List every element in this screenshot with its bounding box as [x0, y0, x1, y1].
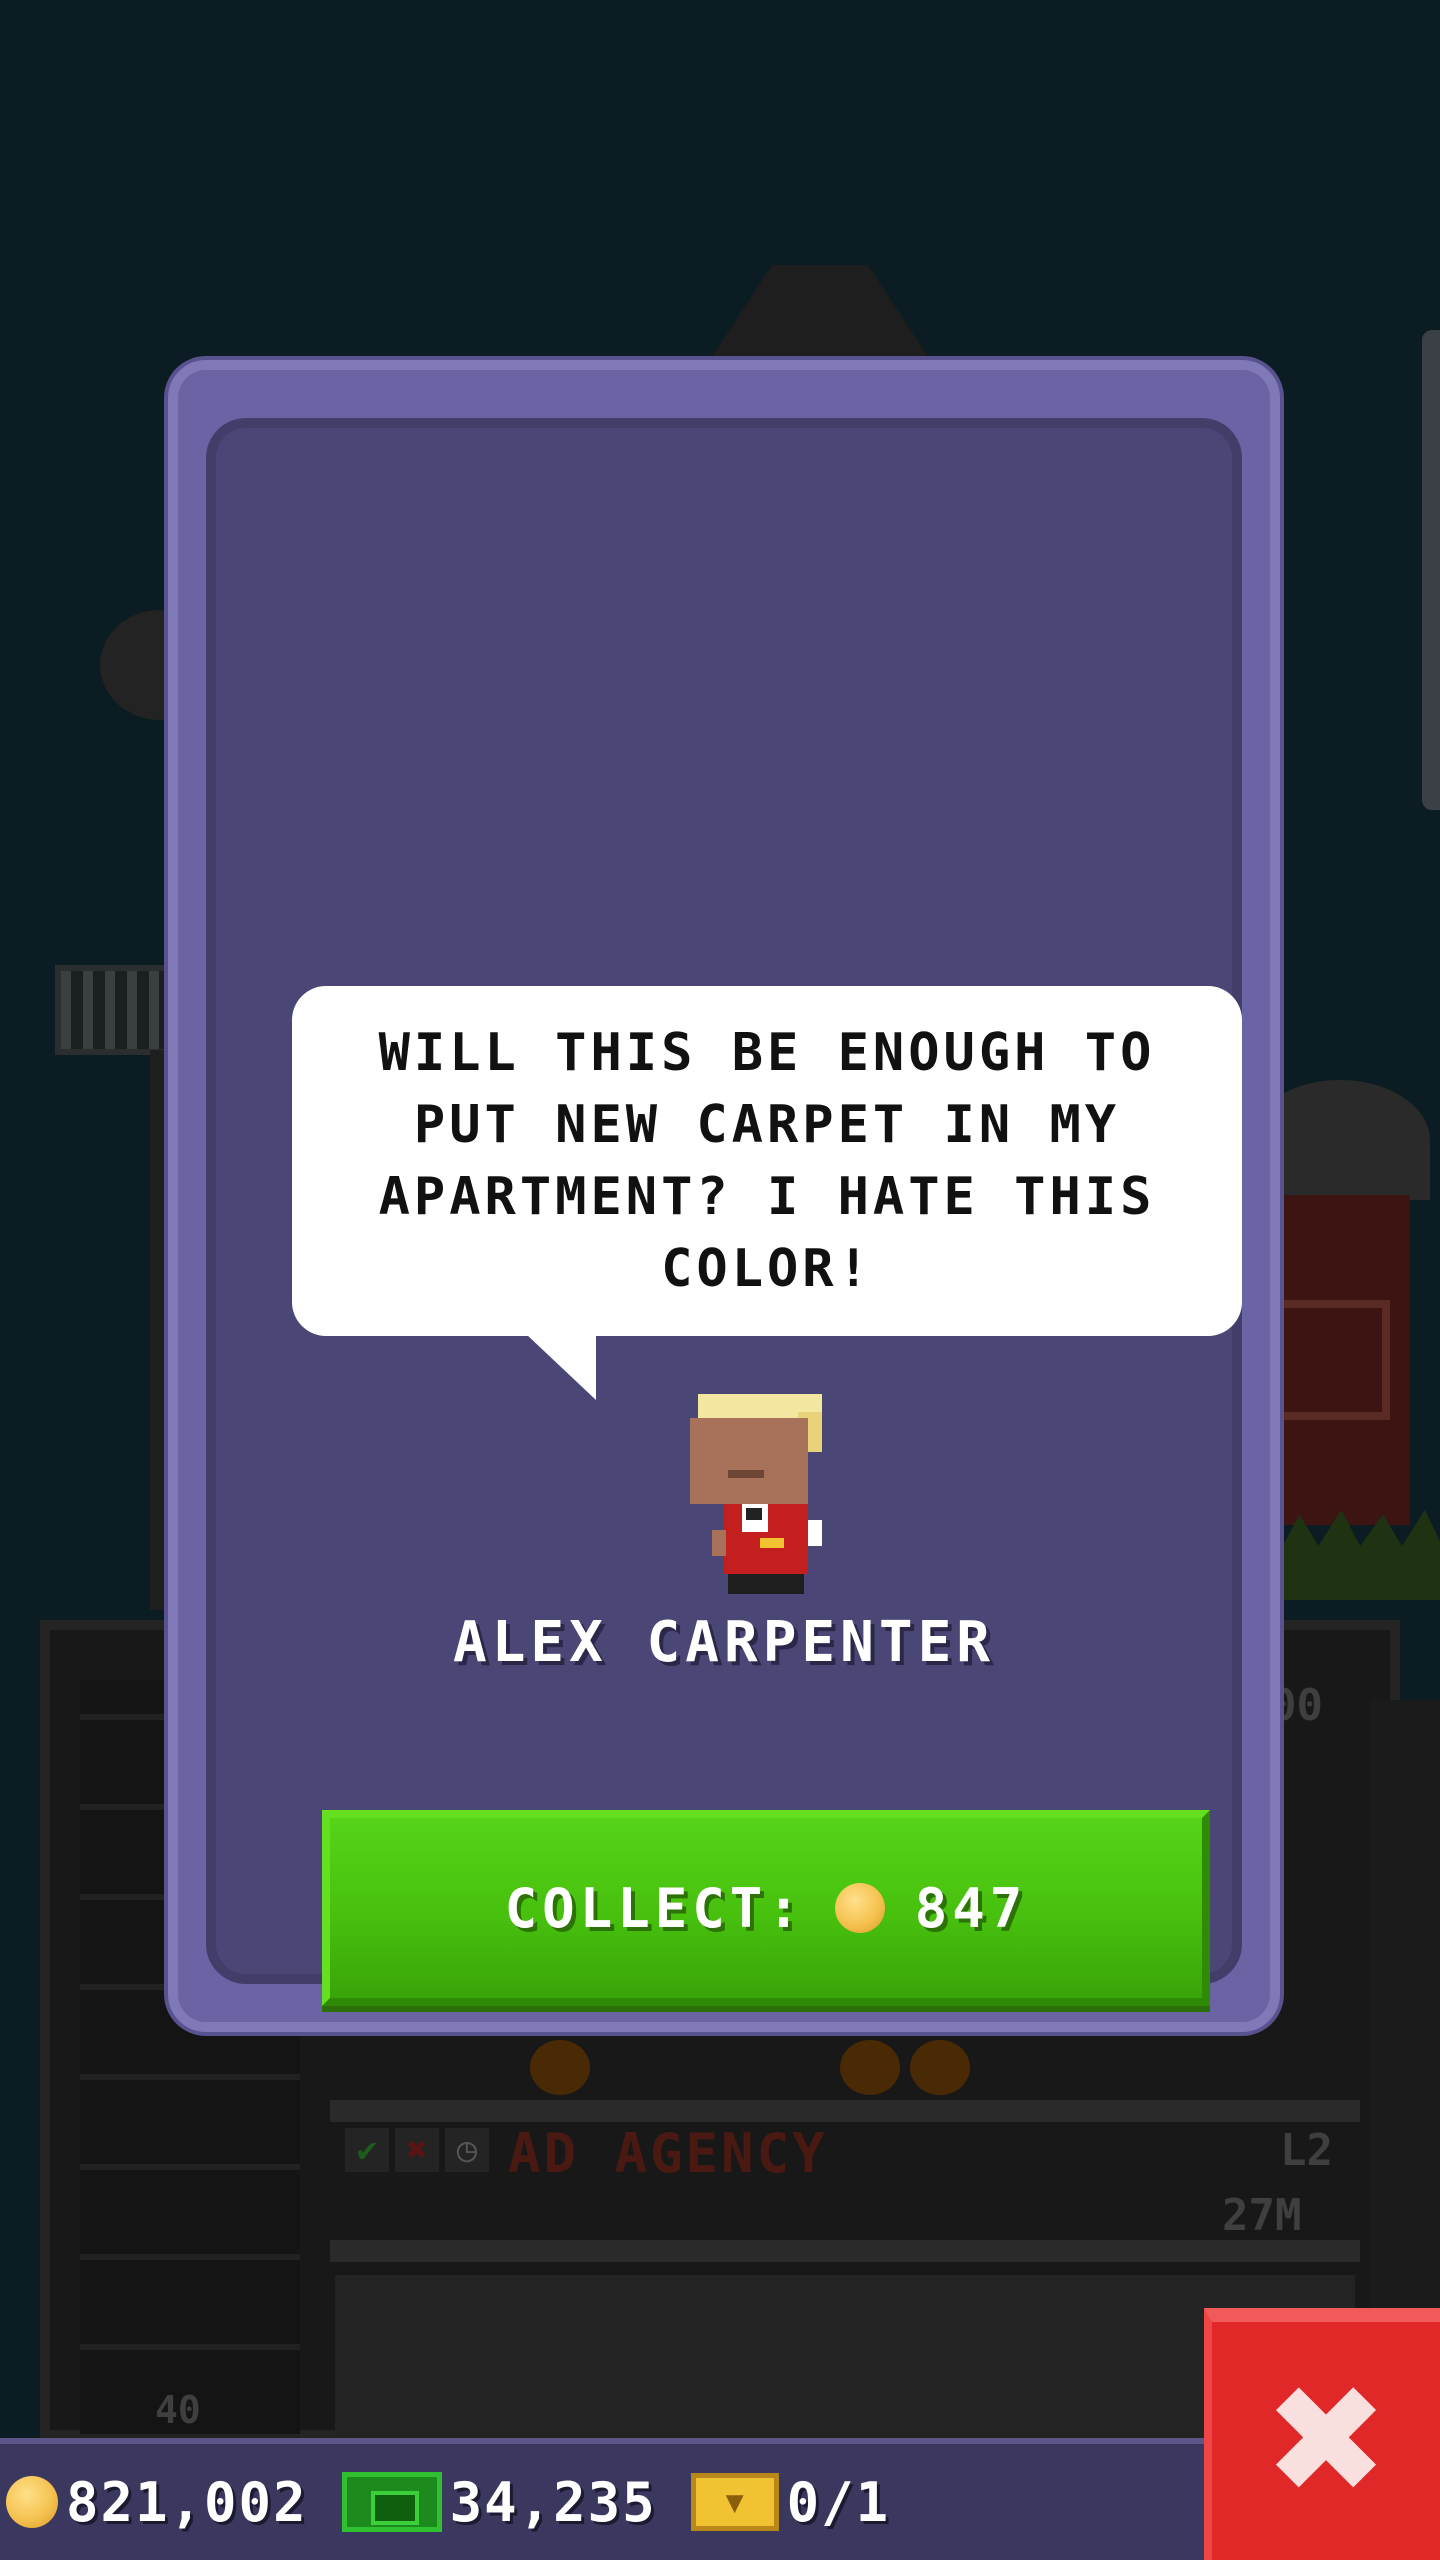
- bux-icon: [341, 2472, 442, 2532]
- tower-roof: [700, 265, 940, 375]
- tickets-count: 0/1: [786, 2470, 891, 2534]
- floor-name[interactable]: AD AGENCY: [508, 2122, 828, 2185]
- side-scroll-tab[interactable]: [1422, 330, 1440, 810]
- floor-divider: [330, 2240, 1360, 2262]
- pumpkin-decor: [840, 2040, 900, 2095]
- bux-stat[interactable]: 34,235: [341, 2470, 657, 2534]
- floor-number: 40: [155, 2388, 201, 2432]
- resident-quote: WILL THIS BE ENOUGH TO PUT NEW CARPET IN…: [378, 1023, 1156, 1299]
- collect-button[interactable]: COLLECT: 847: [322, 1810, 1210, 2006]
- check-icon: ✔: [345, 2128, 389, 2172]
- speech-bubble: WILL THIS BE ENOUGH TO PUT NEW CARPET IN…: [292, 986, 1242, 1336]
- collect-amount: 847: [914, 1876, 1028, 1940]
- coins-count: 821,002: [66, 2470, 308, 2534]
- floor-level: L2: [1280, 2125, 1333, 2176]
- dialog-panel: WILL THIS BE ENOUGH TO PUT NEW CARPET IN…: [206, 418, 1242, 2006]
- coin-icon: [6, 2476, 58, 2528]
- bitizen-avatar: [690, 1394, 830, 1594]
- pumpkin-decor: [530, 2040, 590, 2095]
- close-icon: ✖: [1263, 2354, 1389, 2528]
- cross-icon: ✖: [395, 2128, 439, 2172]
- coin-icon: [834, 1883, 885, 1933]
- resident-tip-dialog: WILL THIS BE ENOUGH TO PUT NEW CARPET IN…: [168, 360, 1280, 2032]
- resident-name: ALEX CARPENTER: [452, 1610, 995, 1675]
- floor-room[interactable]: [335, 2275, 1355, 2435]
- street-sign: [55, 965, 185, 1055]
- speech-bubble-tail: [526, 1334, 596, 1400]
- coins-stat[interactable]: 821,002: [6, 2471, 308, 2534]
- pumpkin-decor: [910, 2040, 970, 2095]
- currency-bar: 821,002 34,235 ▼ 0/1: [0, 2438, 1210, 2560]
- collect-label: COLLECT:: [504, 1876, 805, 1940]
- floor-income: 27M: [1222, 2190, 1302, 2241]
- floor-divider: [330, 2100, 1360, 2122]
- golden-ticket-icon: ▼: [690, 2473, 779, 2531]
- bux-count: 34,235: [449, 2470, 657, 2534]
- clock-icon: ◷: [445, 2128, 489, 2172]
- floor-status-icons: ✔ ✖ ◷: [345, 2128, 489, 2172]
- close-button[interactable]: ✖: [1204, 2308, 1440, 2560]
- tickets-stat[interactable]: ▼ 0/1: [690, 2470, 891, 2534]
- barn-door: [1270, 1300, 1390, 1420]
